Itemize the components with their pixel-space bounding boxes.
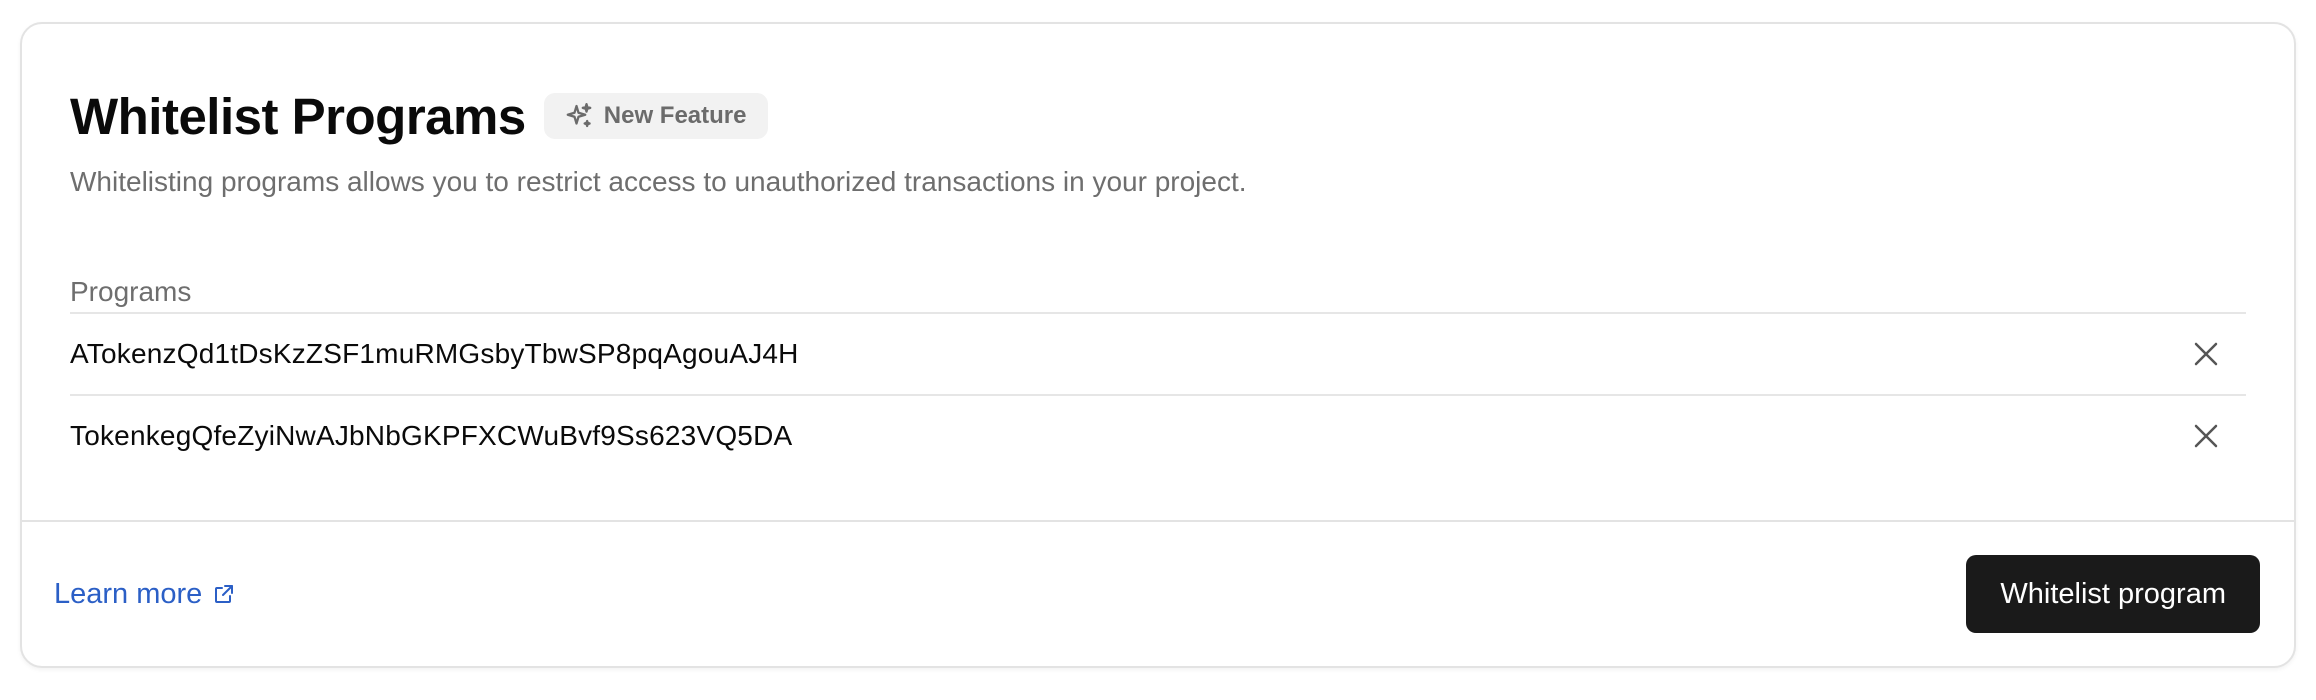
badge-label: New Feature: [603, 102, 747, 129]
card-footer: Learn more Whitelist program: [22, 520, 2294, 666]
program-row: TokenkegQfeZyiNwAJbNbGKPFXCWuBvf9Ss623VQ…: [70, 394, 2246, 476]
section-title: Whitelist Programs: [70, 87, 526, 145]
external-link-icon: [215, 585, 234, 603]
new-feature-badge: New Feature: [543, 93, 769, 139]
whitelist-programs-card: Whitelist Programs New Feature Whitelist…: [20, 22, 2296, 668]
program-list: ATokenzQd1tDsKzZSF1muRMGsbyTbwSP8pqAgouA…: [70, 312, 2246, 476]
whitelist-program-button[interactable]: Whitelist program: [1966, 555, 2260, 633]
program-address: ATokenzQd1tDsKzZSF1muRMGsbyTbwSP8pqAgouA…: [70, 338, 799, 369]
remove-program-button[interactable]: [2186, 416, 2226, 456]
program-row: ATokenzQd1tDsKzZSF1muRMGsbyTbwSP8pqAgouA…: [70, 312, 2246, 394]
close-icon: [2194, 342, 2218, 366]
card-body: Whitelist Programs New Feature Whitelist…: [70, 24, 2246, 524]
learn-more-label: Learn more: [54, 577, 203, 610]
remove-program-button[interactable]: [2186, 334, 2226, 374]
close-icon: [2194, 424, 2218, 448]
learn-more-link[interactable]: Learn more: [54, 578, 236, 611]
section-description: Whitelisting programs allows you to rest…: [70, 166, 1247, 197]
sparkles-icon: [566, 103, 592, 128]
title-row: Whitelist Programs New Feature: [70, 78, 769, 154]
programs-column-header: Programs: [70, 276, 192, 307]
program-address: TokenkegQfeZyiNwAJbNbGKPFXCWuBvf9Ss623VQ…: [70, 420, 793, 451]
